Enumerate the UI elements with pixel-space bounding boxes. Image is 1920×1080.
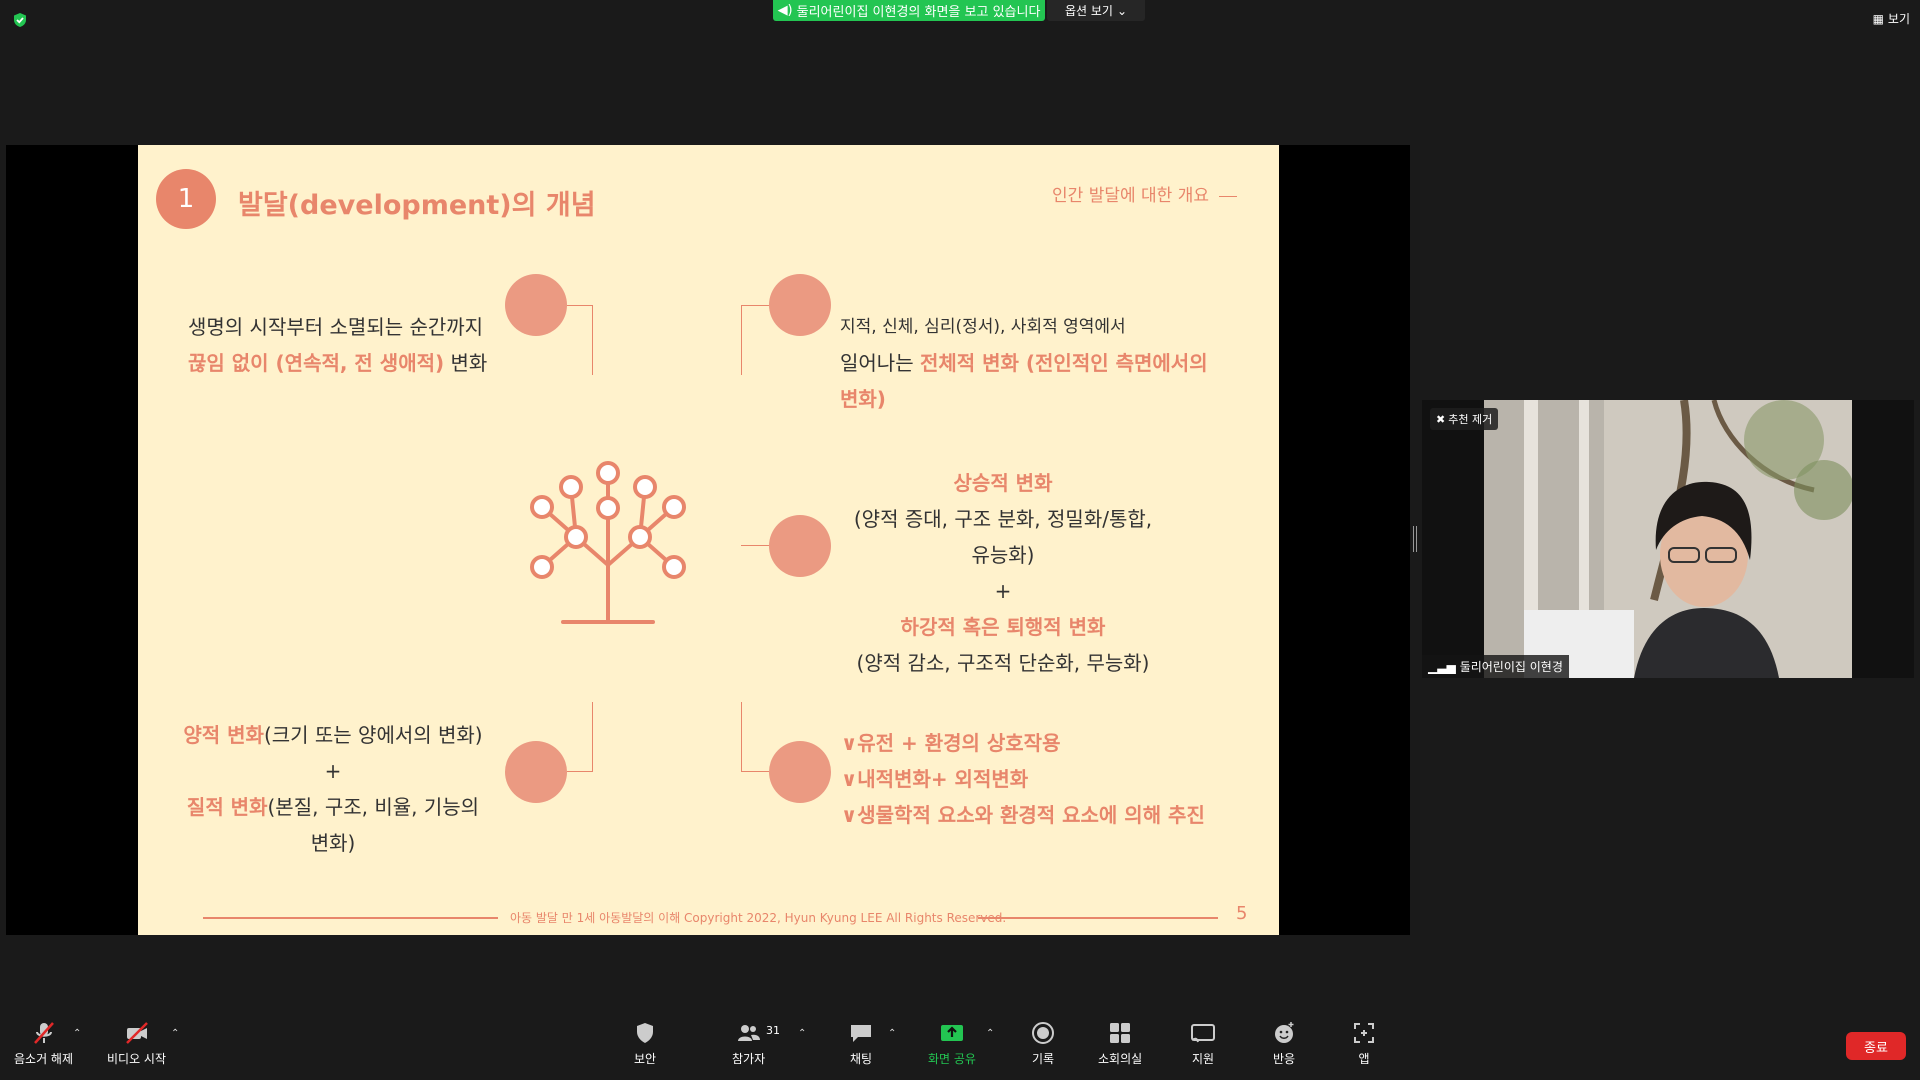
share-banner-text: 둘리어린이집 이현경의 화면을 보고 있습니다 — [796, 5, 1041, 20]
participants-label: 참가자 — [732, 1052, 766, 1066]
footer-rule-right — [978, 917, 1218, 919]
mic-muted-icon — [33, 1022, 54, 1044]
text-block-bottom-right: ∨유전 + 환경의 상호작용 ∨내적변화+ 외적변화 ∨생물학적 요소와 환경적… — [841, 731, 1205, 827]
start-video-label: 비디오 시작 — [107, 1052, 167, 1066]
remove-pin-label: 추천 제거 — [1448, 413, 1493, 426]
record-label: 기록 — [1031, 1052, 1055, 1066]
smiley-icon — [1275, 1022, 1294, 1043]
decor-dot — [769, 515, 831, 577]
chat-button[interactable]: 채팅 — [848, 1020, 874, 1067]
breakout-rooms-icon — [1110, 1023, 1131, 1043]
view-options-label: 옵션 보기 — [1064, 4, 1113, 18]
connector-line — [741, 305, 769, 375]
connector-line — [567, 305, 593, 375]
participant-name-label: ▁▃▅ 둘리어린이집 이현경 — [1422, 655, 1569, 678]
reactions-button[interactable]: 반응 — [1271, 1020, 1297, 1067]
breakout-rooms-button[interactable]: 소회의실 — [1098, 1020, 1142, 1067]
share-options-caret[interactable]: ⌃ — [986, 1028, 994, 1039]
support-icon — [1191, 1024, 1215, 1043]
breakout-rooms-label: 소회의실 — [1098, 1052, 1143, 1066]
screen-share-banner: ◀) 둘리어린이집 이현경의 화면을 보고 있습니다 — [773, 0, 1045, 21]
participants-count: 31 — [766, 1024, 780, 1037]
chat-options-caret[interactable]: ⌃ — [888, 1028, 896, 1039]
decor-dot — [769, 741, 831, 803]
security-label: 보안 — [633, 1052, 657, 1066]
participant-video — [1484, 400, 1852, 678]
presentation-slide: 1 발달(development)의 개념 인간 발달에 대한 개요 생명의 시… — [138, 145, 1279, 935]
zoom-meeting-window: ◀) 둘리어린이집 이현경의 화면을 보고 있습니다 옵션 보기 ⌄ ▦ 보기 … — [0, 0, 1920, 1080]
view-label: 보기 — [1887, 12, 1910, 26]
remove-pin-button[interactable]: ✖ 추천 제거 — [1430, 408, 1499, 430]
grid-view-icon: ▦ — [1872, 11, 1884, 26]
record-icon — [1032, 1022, 1054, 1044]
decor-dot — [505, 741, 567, 803]
decor-dot — [769, 274, 831, 336]
footer-rule-left — [203, 917, 498, 919]
share-screen-icon — [940, 1025, 963, 1041]
meeting-toolbar: 음소거 해제 ⌃ 비디오 시작 ⌃ 보안 참가자 31 ⌃ 채팅 ⌃ 화면 공유… — [0, 1014, 1920, 1080]
apps-icon — [1354, 1023, 1374, 1043]
speaker-icon: ◀) — [777, 3, 793, 18]
shield-icon — [637, 1023, 653, 1043]
apps-button[interactable]: 앱 — [1351, 1020, 1377, 1067]
chat-icon — [851, 1025, 871, 1042]
end-meeting-button[interactable]: 종료 — [1846, 1032, 1906, 1060]
slide-page-number: 5 — [1236, 903, 1248, 924]
video-frame-illustration — [1484, 400, 1852, 678]
chat-label: 채팅 — [849, 1052, 873, 1066]
unmute-label: 음소거 해제 — [14, 1052, 74, 1066]
connector-line — [741, 545, 769, 546]
support-label: 지원 — [1191, 1052, 1215, 1066]
share-screen-label: 화면 공유 — [928, 1052, 976, 1066]
video-options-caret[interactable]: ⌃ — [171, 1028, 179, 1039]
slide-footer: 아동 발달 만 1세 아동발달의 이해 Copyright 2022, Hyun… — [510, 911, 1007, 925]
view-options-button[interactable]: 옵션 보기 ⌄ — [1047, 0, 1145, 21]
video-off-icon — [125, 1022, 148, 1044]
participant-name: 둘리어린이집 이현경 — [1459, 660, 1563, 674]
support-button[interactable]: 지원 — [1190, 1020, 1216, 1067]
chevron-down-icon: ⌄ — [1116, 3, 1128, 18]
participants-icon — [737, 1025, 760, 1041]
text-block-top-right: 지적, 신체, 심리(정서), 사회적 영역에서 일어나는 전체적 변화 (전인… — [840, 317, 1208, 411]
slide-number-badge: 1 — [156, 169, 216, 229]
connector-line — [567, 702, 593, 772]
shield-check-icon[interactable] — [12, 12, 28, 28]
text-block-middle-right: 상승적 변화 (양적 증대, 구조 분화, 정밀화/통합, 유능화) + 하강적… — [853, 471, 1153, 675]
participants-button[interactable]: 참가자 — [732, 1020, 765, 1067]
reactions-label: 반응 — [1272, 1052, 1296, 1066]
signal-bars-icon: ▁▃▅ — [1428, 659, 1456, 674]
resize-handle[interactable] — [1413, 526, 1417, 552]
start-video-button[interactable]: 비디오 시작 — [107, 1020, 166, 1067]
view-button[interactable]: ▦ 보기 — [1873, 10, 1910, 27]
connector-line — [741, 702, 769, 772]
pin-icon: ✖ — [1436, 412, 1446, 426]
participants-options-caret[interactable]: ⌃ — [798, 1028, 806, 1039]
tree-icon — [530, 461, 686, 624]
unmute-button[interactable]: 음소거 해제 — [14, 1020, 73, 1067]
text-block-top-left: 생명의 시작부터 소멸되는 순간까지 끊임 없이 (연속적, 전 생애적) 변화 — [188, 315, 488, 375]
decor-dot — [505, 274, 567, 336]
participant-video-tile[interactable]: ✖ 추천 제거 ▁▃▅ 둘리어린이집 이현경 — [1422, 400, 1914, 678]
audio-options-caret[interactable]: ⌃ — [73, 1028, 81, 1039]
slide-subtitle: 인간 발달에 대한 개요 — [1052, 181, 1237, 206]
apps-label: 앱 — [1358, 1052, 1370, 1066]
share-screen-button[interactable]: 화면 공유 — [928, 1020, 976, 1067]
text-block-bottom-left: 양적 변화(크기 또는 양에서의 변화) + 질적 변화(본질, 구조, 비율,… — [183, 723, 483, 855]
security-button[interactable]: 보안 — [632, 1020, 658, 1067]
slide-title: 발달(development)의 개념 — [238, 190, 596, 221]
record-button[interactable]: 기록 — [1030, 1020, 1056, 1067]
